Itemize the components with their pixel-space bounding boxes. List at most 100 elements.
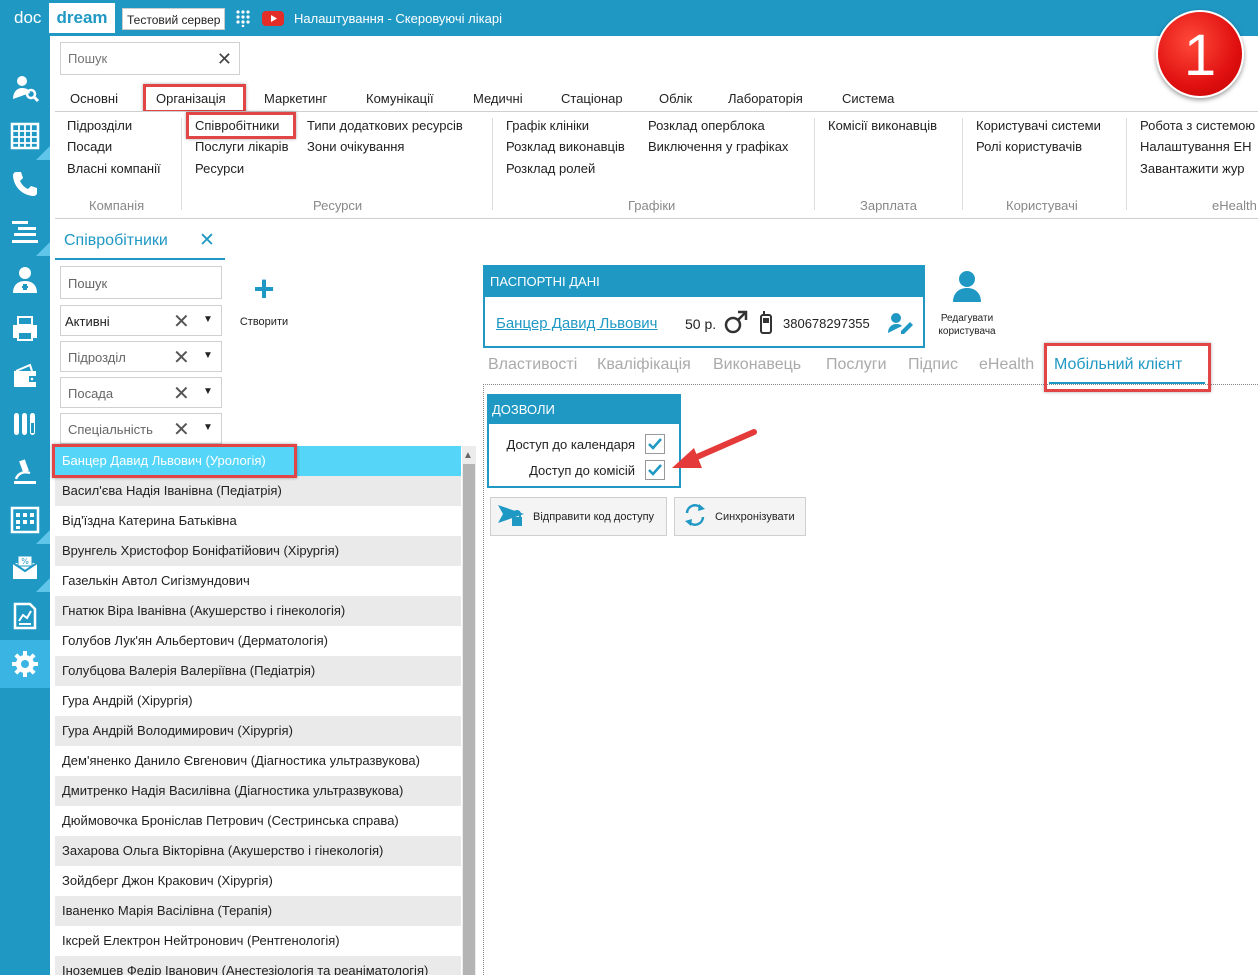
menu-tab-system[interactable]: Система bbox=[842, 91, 894, 106]
ribbon-waiting-zones[interactable]: Зони очікування bbox=[307, 139, 404, 154]
section-tab-employees[interactable]: Співробітники ✕ bbox=[55, 226, 225, 260]
list-item[interactable]: Дюймовочка Броніслав Петрович (Сестринсь… bbox=[55, 806, 461, 836]
dialpad-icon[interactable] bbox=[235, 9, 251, 30]
server-badge[interactable]: Тестовий сервер bbox=[122, 8, 226, 30]
ribbon-additional-resource-types[interactable]: Типи додаткових ресурсів bbox=[307, 118, 463, 133]
close-tab-icon[interactable]: ✕ bbox=[199, 229, 215, 252]
tab-performer[interactable]: Виконавець bbox=[713, 356, 801, 374]
status-filter[interactable]: Активні ✕ ▼ bbox=[60, 305, 222, 336]
printer-icon[interactable] bbox=[0, 304, 50, 352]
discount-mail-icon[interactable]: % bbox=[0, 544, 50, 592]
list-item[interactable]: Голубцова Валерія Валеріївна (Педіатрія) bbox=[55, 656, 461, 686]
ribbon-clinic-schedule[interactable]: Графік клініки bbox=[506, 118, 589, 133]
phone-icon[interactable] bbox=[0, 160, 50, 208]
calendar-access-checkbox[interactable] bbox=[645, 434, 665, 454]
main-search[interactable]: ✕ bbox=[60, 42, 240, 75]
list-item[interactable]: Голубов Лук'ян Альбертович (Дерматологія… bbox=[55, 626, 461, 656]
edit-user-button[interactable]: Редагувати користувача bbox=[932, 270, 1002, 338]
tab-ehealth[interactable]: eHealth bbox=[979, 356, 1034, 374]
specialty-filter[interactable]: Спеціальність ✕ ▼ bbox=[60, 413, 222, 444]
menu-tab-inpatient[interactable]: Стаціонар bbox=[561, 91, 623, 106]
menu-tab-medical[interactable]: Медичні bbox=[473, 91, 523, 106]
tab-qualification[interactable]: Кваліфікація bbox=[597, 356, 691, 374]
list-item[interactable]: Іваненко Марія Васілівна (Терапія) bbox=[55, 896, 461, 926]
doctor-icon[interactable] bbox=[0, 256, 50, 304]
microscope-icon[interactable] bbox=[0, 448, 50, 496]
ribbon-role-schedule[interactable]: Розклад ролей bbox=[506, 161, 595, 176]
list-item[interactable]: Ікср​ей Електрон Нейтронович (Рентгеноло… bbox=[55, 926, 461, 956]
ribbon-performer-schedule[interactable]: Розклад виконавців bbox=[506, 139, 625, 154]
gear-icon[interactable] bbox=[0, 640, 50, 688]
scroll-thumb[interactable] bbox=[463, 464, 475, 975]
menu-tab-organization[interactable]: Організація bbox=[156, 91, 226, 106]
ribbon-download-journal[interactable]: Завантажити жур bbox=[1140, 161, 1245, 176]
scroll-up-icon[interactable]: ▲ bbox=[463, 450, 473, 461]
ribbon-user-roles[interactable]: Ролі користувачів bbox=[976, 139, 1082, 154]
ribbon-own-companies[interactable]: Власні компанії bbox=[67, 161, 161, 176]
employee-search-input[interactable]: Пошук bbox=[60, 266, 222, 299]
list-scrollbar[interactable]: ▲ bbox=[462, 446, 476, 975]
menu-tab-laboratory[interactable]: Лабораторія bbox=[728, 91, 803, 106]
ribbon-operating-schedule[interactable]: Розклад оперблока bbox=[648, 118, 765, 133]
dropdown-arrow-icon[interactable]: ▼ bbox=[203, 314, 213, 325]
list-item[interactable]: Гура Андрій Володимирович (Хірургія) bbox=[55, 716, 461, 746]
commission-access-checkbox[interactable] bbox=[645, 460, 665, 480]
ribbon-schedule-exceptions[interactable]: Виключення у графіках bbox=[648, 139, 788, 154]
report-icon[interactable] bbox=[0, 592, 50, 640]
list-item[interactable]: Банцер Давид Львович (Урологія) bbox=[55, 446, 461, 476]
list-item[interactable]: Дем'яненко Данило Євгенович (Діагностика… bbox=[55, 746, 461, 776]
ribbon-system-work[interactable]: Робота з системою bbox=[1140, 118, 1255, 133]
ribbon-eh-settings[interactable]: Налаштування ЕН bbox=[1140, 139, 1252, 154]
ribbon-doctor-services[interactable]: Послуги лікарів bbox=[195, 139, 288, 154]
list-item[interactable]: Іноземцев Федір Іванович (Анестезіологія… bbox=[55, 956, 461, 975]
wallet-icon[interactable] bbox=[0, 352, 50, 400]
plus-icon: + bbox=[253, 268, 275, 309]
tab-services[interactable]: Послуги bbox=[826, 356, 887, 374]
list-item[interactable]: Дмитренко Надія Василівна (Діагностика у… bbox=[55, 776, 461, 806]
menu-tab-accounting[interactable]: Облік bbox=[659, 91, 692, 106]
menu-tab-marketing[interactable]: Маркетинг bbox=[264, 91, 327, 106]
list-item[interactable]: Зойдберг Джон Кракович (Хірургія) bbox=[55, 866, 461, 896]
ribbon-performer-commissions[interactable]: Комісії виконавців bbox=[828, 118, 937, 133]
tab-signature[interactable]: Підпис bbox=[908, 356, 958, 374]
employee-name-link[interactable]: Банцер Давид Львович bbox=[496, 315, 657, 332]
dropdown-arrow-icon[interactable]: ▼ bbox=[203, 422, 213, 433]
position-filter[interactable]: Посада ✕ ▼ bbox=[60, 377, 222, 408]
list-item[interactable]: Васил'єва Надія Іванівна (Педіатрія) bbox=[55, 476, 461, 506]
ribbon-resources[interactable]: Ресурси bbox=[195, 161, 244, 176]
schedule-icon[interactable] bbox=[0, 496, 50, 544]
dropdown-arrow-icon[interactable]: ▼ bbox=[203, 350, 213, 361]
reception-desk-icon[interactable] bbox=[0, 208, 50, 256]
list-item[interactable]: Врунгель Христофор Боніфатійович (Хірург… bbox=[55, 536, 461, 566]
user-search-icon[interactable] bbox=[0, 64, 50, 112]
ribbon-system-users[interactable]: Користувачі системи bbox=[976, 118, 1101, 133]
ribbon-departments[interactable]: Підрозділи bbox=[67, 118, 132, 133]
list-item[interactable]: Гура Андрій (Хірургія) bbox=[55, 686, 461, 716]
clear-search-icon[interactable]: ✕ bbox=[217, 49, 232, 70]
youtube-icon[interactable] bbox=[262, 11, 284, 29]
lab-tubes-icon[interactable] bbox=[0, 400, 50, 448]
list-item[interactable]: Газелькін Автол Сигізмундович bbox=[55, 566, 461, 596]
list-item[interactable]: Захарова Ольга Вікторівна (Акушерство і … bbox=[55, 836, 461, 866]
send-access-code-button[interactable]: Відправити код доступу bbox=[490, 497, 667, 536]
clear-position-icon[interactable]: ✕ bbox=[173, 381, 190, 406]
logo-doc: doc bbox=[14, 8, 42, 27]
clear-department-icon[interactable]: ✕ bbox=[173, 345, 190, 370]
menu-tab-communications[interactable]: Комунікації bbox=[366, 91, 434, 106]
edit-person-icon[interactable] bbox=[887, 311, 913, 338]
clear-specialty-icon[interactable]: ✕ bbox=[173, 417, 190, 442]
menu-tab-basic[interactable]: Основні bbox=[70, 91, 118, 106]
ribbon-employees[interactable]: Співробітники bbox=[195, 118, 279, 133]
list-item[interactable]: Від'їздна Катерина Батьківна bbox=[55, 506, 461, 536]
tab-mobile-client[interactable]: Мобільний клієнт bbox=[1054, 356, 1182, 374]
list-item[interactable]: Гнатюк Віра Іванівна (Акушерство і гінек… bbox=[55, 596, 461, 626]
synchronize-button[interactable]: Синхронізувати bbox=[674, 497, 806, 536]
create-employee-button[interactable]: + Створити bbox=[238, 268, 290, 332]
tab-properties[interactable]: Властивості bbox=[488, 356, 577, 374]
main-search-input[interactable] bbox=[61, 43, 201, 74]
dropdown-arrow-icon[interactable]: ▼ bbox=[203, 386, 213, 397]
ribbon-positions[interactable]: Посади bbox=[67, 139, 112, 154]
calendar-grid-icon[interactable] bbox=[0, 112, 50, 160]
clear-status-icon[interactable]: ✕ bbox=[173, 309, 190, 334]
department-filter[interactable]: Підрозділ ✕ ▼ bbox=[60, 341, 222, 372]
